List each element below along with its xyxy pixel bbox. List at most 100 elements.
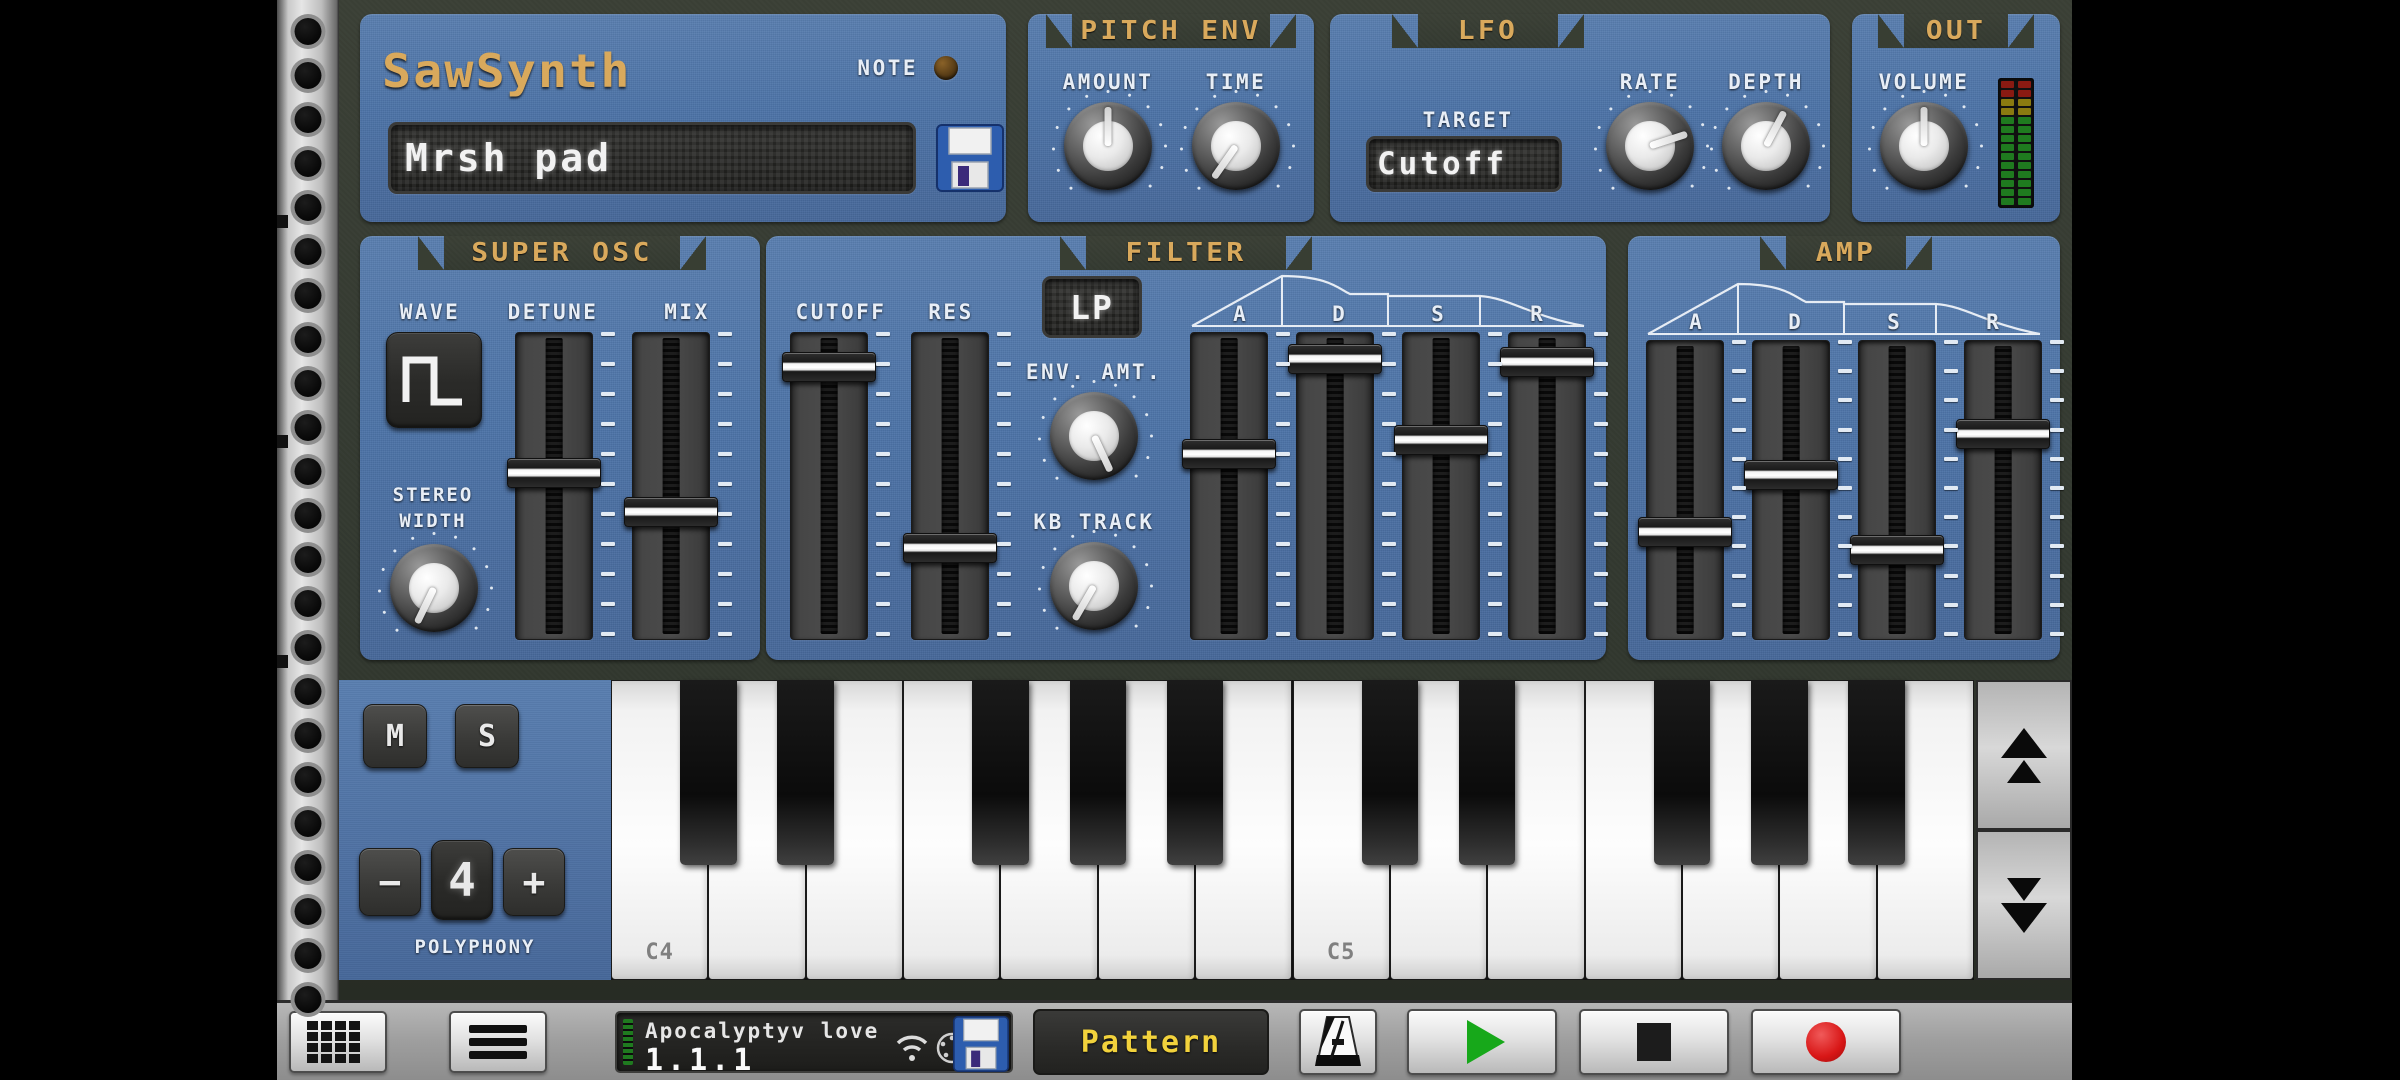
knob-tick [1150, 584, 1153, 588]
slider-thumb[interactable] [1393, 425, 1489, 455]
stereo-width-knob[interactable] [378, 532, 493, 633]
amp-decay-slider[interactable] [1743, 340, 1839, 640]
filter-mode-button[interactable]: LP [1042, 276, 1142, 338]
slider-thumb[interactable] [902, 533, 998, 563]
vu-segment [2018, 108, 2031, 115]
slider-thumb[interactable] [1743, 460, 1839, 490]
knob-tick [1701, 165, 1706, 170]
wave-shape-button[interactable] [386, 332, 482, 428]
amp-adsr-label-d: D [1788, 310, 1801, 334]
lfo-depth-knob[interactable] [1710, 90, 1825, 191]
rack-hole [294, 62, 322, 89]
slider-thumb[interactable] [781, 352, 877, 382]
slider-thumb[interactable] [1955, 419, 2051, 449]
slider-tick [997, 602, 1011, 606]
amp-notch: AMP [1760, 236, 1932, 270]
filter-kb-track-knob[interactable] [1038, 530, 1153, 631]
lfo-rate-knob[interactable] [1594, 90, 1709, 191]
piano-black-key[interactable] [777, 680, 834, 865]
preset-display[interactable]: Mrsh pad [388, 122, 916, 194]
piano-black-key[interactable] [1166, 680, 1224, 865]
slider-tick [718, 362, 732, 366]
save-preset-button[interactable] [936, 124, 1004, 192]
mix-slider[interactable] [623, 332, 719, 640]
knob-tick [1669, 93, 1674, 98]
piano-black-key[interactable] [1458, 680, 1516, 865]
knob-tick [1145, 455, 1150, 460]
knob-tick [1092, 530, 1096, 533]
slider-thumb[interactable] [1499, 347, 1595, 377]
polyphony-decrease-button[interactable]: − [359, 848, 421, 916]
pitch-env-amount-knob[interactable] [1052, 90, 1167, 191]
filter-release-slider[interactable] [1499, 332, 1595, 640]
knob-tick [1292, 144, 1295, 148]
amp-release-slider[interactable] [1955, 340, 2051, 640]
filter-sustain-slider[interactable] [1393, 332, 1489, 640]
slider-tick [1944, 603, 1958, 607]
slider-thumb[interactable] [1287, 344, 1383, 374]
knob-tick [1092, 380, 1096, 383]
slider-track [1888, 346, 1906, 634]
piano-black-key[interactable] [972, 680, 1029, 865]
cutoff-slider[interactable] [781, 332, 877, 640]
slider-tick [1838, 515, 1852, 519]
song-display[interactable]: Apocalyptyv love 1.1.1 [615, 1011, 1013, 1078]
filter-attack-slider[interactable] [1181, 332, 1277, 640]
slider-thumb[interactable] [1181, 439, 1277, 469]
slider-tick [876, 542, 890, 546]
pitch-env-time-knob[interactable] [1180, 90, 1295, 191]
knob-tick [1974, 122, 1979, 127]
lfo-target-display[interactable]: Cutoff [1366, 136, 1562, 192]
amp-attack-slider[interactable] [1637, 340, 1733, 640]
slider-tick [876, 362, 890, 366]
slider-tick-scale [1944, 340, 1958, 640]
piano-black-key[interactable] [1751, 680, 1808, 865]
filter-decay-slider[interactable] [1287, 332, 1383, 640]
slider-thumb[interactable] [1637, 517, 1733, 547]
song-save-button[interactable] [953, 1016, 1009, 1076]
detune-slider[interactable] [506, 332, 602, 640]
knob-tick [1714, 168, 1719, 173]
play-button[interactable] [1407, 1009, 1557, 1075]
octave-up-button[interactable] [1976, 680, 2072, 830]
rack-hole [294, 238, 322, 265]
slider-thumb[interactable] [623, 497, 719, 527]
piano-black-key[interactable] [1848, 680, 1905, 865]
octave-down-button[interactable] [1976, 830, 2072, 980]
polyphony-increase-button[interactable]: + [503, 848, 565, 916]
piano-black-key[interactable] [1069, 680, 1126, 865]
piano-black-key[interactable] [1653, 680, 1711, 865]
solo-button[interactable]: S [455, 704, 519, 768]
stop-icon [1637, 1023, 1671, 1061]
slider-thumb[interactable] [1849, 535, 1945, 565]
slider-tick [1944, 632, 1958, 636]
piano-black-key[interactable] [680, 680, 737, 865]
note-led [934, 56, 958, 80]
slider-tick [997, 392, 1011, 396]
res-slider[interactable] [902, 332, 998, 640]
slider-tick [1732, 428, 1746, 432]
record-button[interactable] [1751, 1009, 1901, 1075]
slider-tick [876, 482, 890, 486]
out-volume-knob[interactable] [1868, 90, 1983, 191]
slider-tick [601, 482, 615, 486]
metronome-button[interactable] [1299, 1009, 1377, 1075]
filter-env-amt-knob[interactable] [1038, 380, 1153, 481]
amp-sustain-slider[interactable] [1849, 340, 1945, 640]
knob-tick [1041, 415, 1046, 420]
knob-tick-ring [1038, 380, 1153, 481]
pattern-button[interactable]: Pattern [1033, 1009, 1269, 1075]
mute-button[interactable]: M [363, 704, 427, 768]
grid-view-button[interactable] [289, 1011, 387, 1073]
knob-tick [1882, 106, 1887, 112]
menu-button[interactable] [449, 1011, 547, 1073]
pitch-env-title: PITCH ENV [1080, 16, 1262, 46]
piano-black-key[interactable] [1361, 680, 1419, 865]
slider-tick [997, 422, 1011, 426]
knob-tick [392, 548, 397, 554]
save-icon [953, 1016, 1009, 1072]
slider-thumb[interactable] [506, 458, 602, 488]
stop-button[interactable] [1579, 1009, 1729, 1075]
slider-tick [1944, 369, 1958, 373]
slider-tick [2050, 398, 2064, 402]
